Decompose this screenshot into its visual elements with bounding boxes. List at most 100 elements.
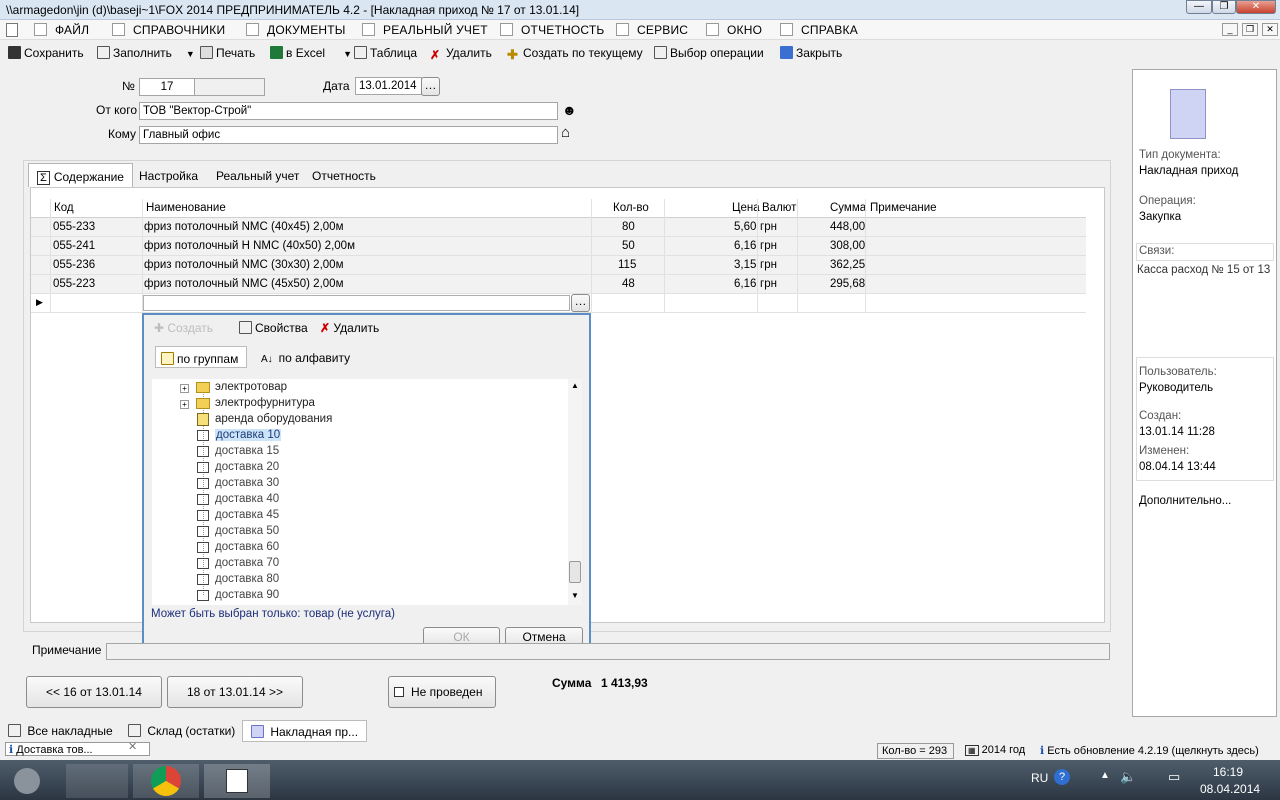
more-link[interactable]: Дополнительно... <box>1139 495 1231 507</box>
language-indicator[interactable]: RU <box>1031 771 1048 785</box>
tree-item[interactable]: доставка 90 <box>215 589 279 601</box>
next-document-button[interactable]: 18 от 13.01.14 >> <box>167 676 303 708</box>
print-button[interactable]: Печать <box>200 46 255 60</box>
table-row[interactable]: 055-241 фриз потолочный H NMC (40х50) 2,… <box>31 237 1086 256</box>
tree-item[interactable]: доставка 60 <box>215 541 279 553</box>
menu-reference[interactable]: СПРАВОЧНИКИ <box>112 23 225 37</box>
start-button[interactable] <box>14 768 40 794</box>
tree-item[interactable]: аренда оборудования <box>215 413 332 425</box>
year-indicator[interactable]: ▦ 2014 год <box>965 744 1025 756</box>
clock-time[interactable]: 16:19 <box>1213 765 1243 779</box>
update-notice[interactable]: ℹ Есть обновление 4.2.19 (щелкнуть здесь… <box>1040 744 1259 757</box>
wintab-invoice[interactable]: Накладная пр... <box>242 720 368 742</box>
date-field[interactable]: 13.01.2014 <box>355 77 422 95</box>
col-note-header[interactable]: Примечание <box>870 202 937 214</box>
tree-item[interactable]: доставка 20 <box>215 461 279 473</box>
scroll-up-icon[interactable]: ▲ <box>571 381 579 390</box>
delete-button[interactable]: ✗ Удалить <box>430 46 492 62</box>
chevron-down-icon[interactable]: ▼ <box>343 49 352 59</box>
table-row[interactable]: 055-233 фриз потолочный NMC (40х45) 2,00… <box>31 218 1086 237</box>
choose-operation-button[interactable]: Выбор операции <box>654 46 764 60</box>
tree-item[interactable]: доставка 80 <box>215 573 279 585</box>
excel-button[interactable]: в Excel ▼ <box>270 46 352 60</box>
tree-item[interactable]: доставка 45 <box>215 509 279 521</box>
tree-scrollbar[interactable]: ▲ ▼ <box>568 379 582 605</box>
home-icon[interactable]: ⌂ <box>561 124 570 141</box>
by-groups-button[interactable]: по группам <box>155 346 247 368</box>
volume-icon[interactable]: 🔈 <box>1120 769 1136 785</box>
tree-item[interactable]: доставка 50 <box>215 525 279 537</box>
table-row[interactable]: 055-236 фриз потолочный NMC (30х30) 2,00… <box>31 256 1086 275</box>
tray-arrow-icon[interactable]: ▲ <box>1100 770 1110 781</box>
menu-real-accounting[interactable]: РЕАЛЬНЫЙ УЧЕТ <box>362 23 488 37</box>
date-picker-button[interactable]: … <box>421 77 440 96</box>
save-button[interactable]: Сохранить <box>8 46 84 60</box>
number-suffix-field[interactable] <box>194 78 265 96</box>
col-price-header[interactable]: Цена <box>732 202 760 214</box>
close-icon[interactable]: ✕ <box>128 740 137 753</box>
fill-button[interactable]: Заполнить ▼ <box>97 46 195 60</box>
scroll-thumb[interactable] <box>569 561 581 583</box>
tree-item[interactable]: электротовар <box>215 381 287 393</box>
table-button[interactable]: Таблица <box>354 46 417 60</box>
maximize-button[interactable]: ❐ <box>1212 0 1236 14</box>
col-currency-header[interactable]: Валют <box>762 202 796 214</box>
menu-reports[interactable]: ОТЧЕТНОСТЬ <box>500 23 604 37</box>
close-window-button[interactable]: ✕ <box>1236 0 1276 14</box>
col-qty-header[interactable]: Кол-во <box>613 202 649 214</box>
clock-date[interactable]: 08.04.2014 <box>1200 782 1260 796</box>
close-button[interactable]: Закрыть <box>780 46 842 60</box>
popup-create-button[interactable]: ✚ Создать <box>154 321 213 335</box>
chevron-down-icon[interactable]: ▼ <box>186 49 195 59</box>
wintab-all-invoices[interactable]: Все накладные <box>8 724 113 738</box>
to-field[interactable]: Главный офис <box>139 126 558 144</box>
tree-item[interactable]: доставка 15 <box>215 445 279 457</box>
tree-item[interactable]: электрофурнитура <box>215 397 315 409</box>
menu-help[interactable]: СПРАВКА <box>780 23 858 37</box>
taskbar-app-chrome[interactable] <box>133 764 199 798</box>
person-icon[interactable]: ☻ <box>562 102 577 118</box>
tab-settings[interactable]: Настройка <box>131 163 206 187</box>
help-icon[interactable]: ? <box>1054 769 1070 785</box>
lookup-button[interactable]: … <box>571 294 590 312</box>
tree-item-selected[interactable]: доставка 10 <box>215 429 282 441</box>
scroll-down-icon[interactable]: ▼ <box>571 591 579 600</box>
prev-document-button[interactable]: << 16 от 13.01.14 <box>26 676 162 708</box>
number-field[interactable]: 17 <box>139 78 195 96</box>
from-field[interactable]: ТОВ "Вектор-Строй" <box>139 102 558 120</box>
by-alpha-button[interactable]: A↓ по алфавиту <box>261 351 350 365</box>
tree-item[interactable]: доставка 30 <box>215 477 279 489</box>
tab-content[interactable]: Σ Содержание <box>28 163 133 187</box>
col-code-header[interactable]: Код <box>54 202 74 214</box>
mdi-close-button[interactable]: ✕ <box>1262 23 1278 36</box>
note-field[interactable] <box>106 643 1110 660</box>
mdi-minimize-button[interactable]: _ <box>1222 23 1238 36</box>
create-by-current-button[interactable]: ✚ Создать по текущему <box>507 46 643 61</box>
menu-file[interactable]: ФАЙЛ <box>34 23 89 37</box>
tab-real-accounting[interactable]: Реальный учет <box>208 163 307 187</box>
table-row[interactable]: 055-223 фриз потолочный NMC (45х50) 2,00… <box>31 275 1086 294</box>
taskbar-app-files[interactable] <box>66 764 128 798</box>
menu-documents[interactable]: ДОКУМЕНТЫ <box>246 23 346 37</box>
minimize-button[interactable]: — <box>1186 0 1212 14</box>
group-tree[interactable]: + электротовар + электрофурнитура аренда… <box>152 379 582 605</box>
col-name-header[interactable]: Наименование <box>146 202 226 214</box>
items-grid[interactable]: Код Наименование Кол-во Цена Валют Сумма… <box>31 199 1086 313</box>
network-icon[interactable]: ▭ <box>1168 769 1180 785</box>
menu-window[interactable]: ОКНО <box>706 23 762 37</box>
taskbar-app-fox[interactable] <box>204 764 270 798</box>
wintab-stock[interactable]: Склад (остатки) <box>128 724 235 738</box>
expand-icon[interactable]: + <box>180 384 189 393</box>
tree-item[interactable]: доставка 70 <box>215 557 279 569</box>
not-posted-toggle[interactable]: Не проведен <box>388 676 496 708</box>
col-sum-header[interactable]: Сумма <box>830 202 866 214</box>
menu-service[interactable]: СЕРВИС <box>616 23 688 37</box>
new-row[interactable]: ▶ … <box>31 294 1086 313</box>
link-item[interactable]: Касса расход № 15 от 13 <box>1137 264 1270 276</box>
popup-delete-button[interactable]: ✗ Удалить <box>320 321 379 335</box>
mdi-restore-button[interactable]: ❐ <box>1242 23 1258 36</box>
tab-reports[interactable]: Отчетность <box>304 163 384 187</box>
expand-icon[interactable]: + <box>180 400 189 409</box>
name-edit-input[interactable] <box>143 295 570 311</box>
tree-item[interactable]: доставка 40 <box>215 493 279 505</box>
